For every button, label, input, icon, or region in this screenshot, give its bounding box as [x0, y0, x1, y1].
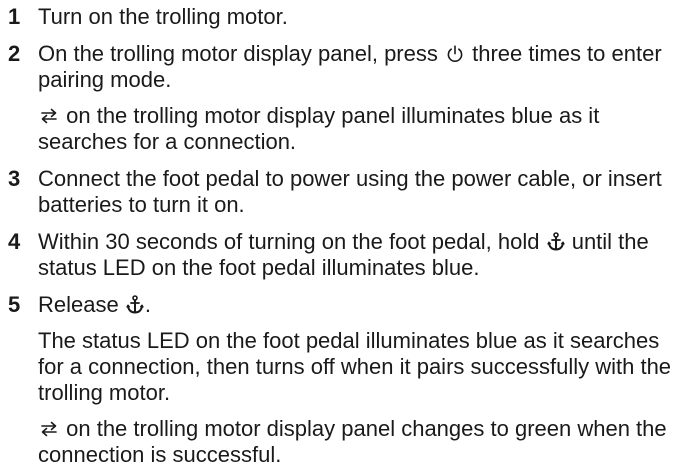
- step-5: 5 Release . The status LED on the foot p…: [0, 292, 679, 468]
- step-1: 1 Turn on the trolling motor.: [0, 4, 679, 30]
- anchor-icon: [126, 295, 144, 315]
- step-text: Connect the foot pedal to power using th…: [38, 166, 662, 217]
- step-note: on the trolling motor display panel chan…: [38, 416, 679, 468]
- step-2: 2 On the trolling motor display panel, p…: [0, 41, 679, 155]
- step-number: 5: [8, 292, 21, 317]
- note-text: on the trolling motor display panel illu…: [38, 103, 600, 154]
- step-number: 3: [8, 166, 21, 191]
- step-text: On the trolling motor display panel, pre…: [38, 41, 679, 93]
- step-4: 4 Within 30 seconds of turning on the fo…: [0, 229, 679, 281]
- note-text: on the trolling motor display panel chan…: [38, 416, 667, 467]
- step-note: The status LED on the foot pedal illumin…: [38, 328, 672, 405]
- step-3: 3 Connect the foot pedal to power using …: [0, 166, 679, 218]
- anchor-icon: [546, 232, 565, 252]
- step-text-before-icon: On the trolling motor display panel, pre…: [38, 41, 438, 66]
- pairing-arrows-icon: [39, 419, 59, 439]
- power-icon: [445, 44, 465, 64]
- pairing-steps-list: 1 Turn on the trolling motor. 2 On the t…: [0, 0, 679, 468]
- step-text-after-icon: .: [144, 292, 151, 317]
- step-number: 1: [8, 4, 21, 29]
- step-text-before-icon: Release: [38, 292, 119, 317]
- instruction-page: 1 Turn on the trolling motor. 2 On the t…: [0, 0, 679, 467]
- step-note: on the trolling motor display panel illu…: [38, 103, 679, 155]
- step-number: 2: [8, 41, 21, 66]
- pairing-arrows-icon: [39, 106, 59, 126]
- step-text: Release .: [38, 292, 679, 318]
- step-text: Within 30 seconds of turning on the foot…: [38, 229, 679, 281]
- step-text: Turn on the trolling motor.: [38, 4, 288, 29]
- step-text-before-icon: Within 30 seconds of turning on the foot…: [38, 229, 540, 254]
- step-number: 4: [8, 229, 21, 254]
